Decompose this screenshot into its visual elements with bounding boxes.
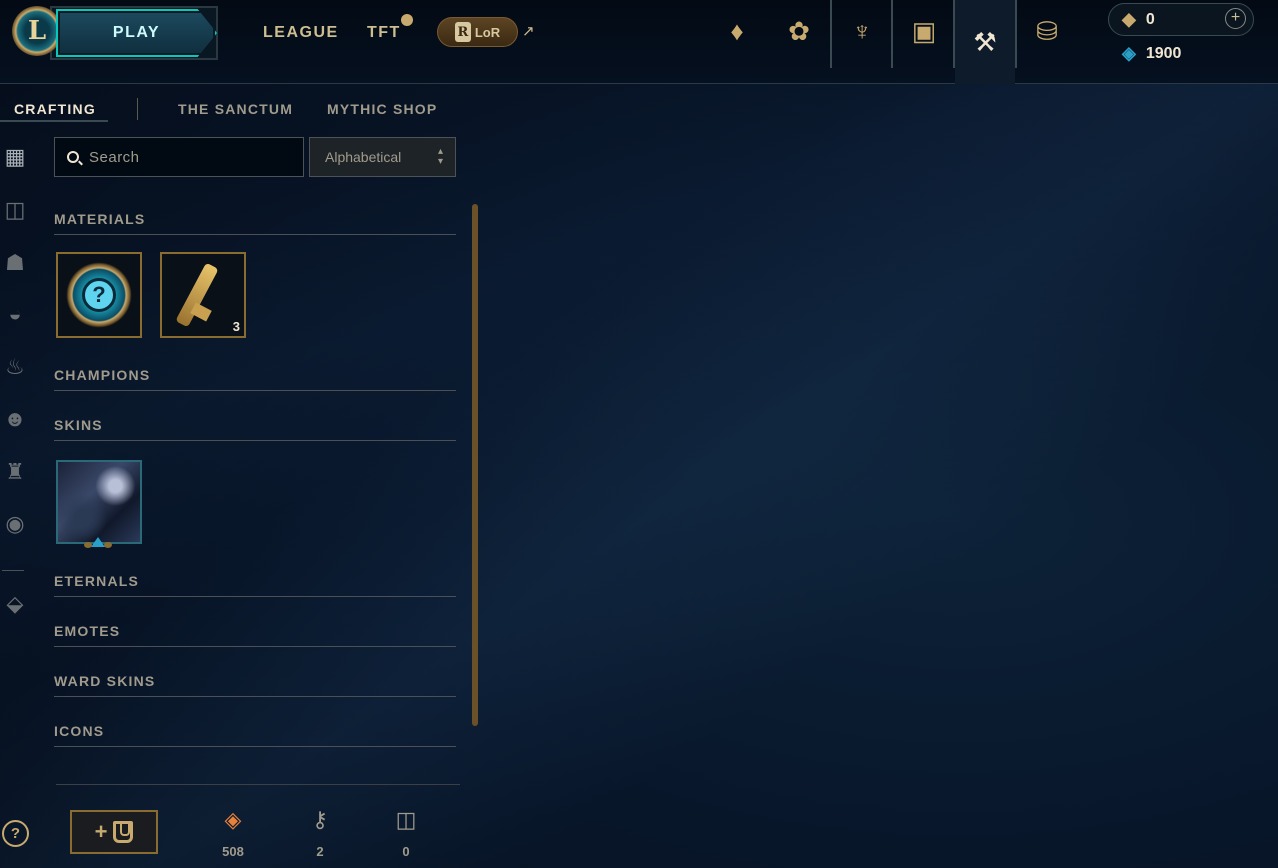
tab-separator xyxy=(891,0,893,68)
external-link-icon: ↗ xyxy=(522,23,535,40)
blue-essence-icon: ◈ xyxy=(1122,43,1136,63)
league-logo-icon[interactable]: L xyxy=(12,6,62,56)
play-button[interactable]: PLAY xyxy=(56,9,217,57)
chest-count-icon: ◫ xyxy=(395,807,417,832)
orange-essence-stat: ◈ 508 xyxy=(213,806,253,859)
rail-emote-icon[interactable]: ☻ xyxy=(2,406,28,432)
bottom-divider xyxy=(56,784,460,785)
mystery-orb-icon: ? xyxy=(66,262,132,328)
loot-hammer-icon[interactable]: ⚒ xyxy=(955,0,1015,84)
store-coins-icon[interactable]: ⛁ xyxy=(1030,14,1064,48)
skin-rarity-icon xyxy=(91,537,105,547)
riot-points: ◆ 0 xyxy=(1122,9,1155,30)
tab-separator xyxy=(830,0,832,68)
key-value: 2 xyxy=(316,844,324,859)
search-input[interactable] xyxy=(89,148,289,166)
add-riot-points-button[interactable]: + xyxy=(1225,8,1246,29)
section-icons[interactable]: ICONS xyxy=(54,723,456,747)
skin-rarity-dot xyxy=(104,542,112,548)
lor-button[interactable]: R LoR xyxy=(437,17,518,47)
section-skins[interactable]: SKINS xyxy=(54,417,456,441)
subtab-separator xyxy=(137,98,138,120)
section-champions[interactable]: CHAMPIONS xyxy=(54,367,456,391)
active-tab-underline xyxy=(0,120,108,122)
rail-profile-icon[interactable]: ◉ xyxy=(2,511,28,537)
tab-mythic-shop[interactable]: MYTHIC SHOP xyxy=(327,101,437,117)
plus-icon: + xyxy=(94,819,108,844)
rail-divider xyxy=(2,570,24,571)
blue-essence-value: 1900 xyxy=(1145,44,1182,62)
blue-essence: ◈ 1900 xyxy=(1122,43,1181,64)
rail-skin-mask-icon[interactable]: ◒ xyxy=(2,301,28,327)
key-teeth xyxy=(190,302,212,322)
tab-the-sanctum[interactable]: THE SANCTUM xyxy=(178,101,293,117)
search-box[interactable] xyxy=(54,137,304,177)
key-fragment-icon xyxy=(175,262,219,328)
tab-crafting[interactable]: CRAFTING xyxy=(14,101,96,117)
chest-stat: ◫ 0 xyxy=(386,806,426,859)
search-icon xyxy=(67,151,79,163)
question-mark-icon: ? xyxy=(82,278,116,312)
rail-champion-icon[interactable]: ☗ xyxy=(2,250,28,276)
section-emotes[interactable]: EMOTES xyxy=(54,623,456,647)
sort-dropdown[interactable]: Alphabetical ▴ ▾ xyxy=(309,137,456,177)
tft-notification-dot xyxy=(401,14,413,26)
section-ward-skins[interactable]: WARD SKINS xyxy=(54,673,456,697)
nav-league[interactable]: LEAGUE xyxy=(263,24,339,42)
lor-logo-icon: R xyxy=(454,22,471,42)
rail-special-icon[interactable]: ⬙ xyxy=(2,591,28,617)
rail-chest-icon[interactable]: ◫ xyxy=(2,197,28,223)
lor-label: LoR xyxy=(474,24,501,40)
scrollbar[interactable] xyxy=(472,204,478,726)
orange-essence-value: 508 xyxy=(222,844,244,859)
riot-points-icon: ◆ xyxy=(1122,9,1136,29)
sort-chevrons-icon: ▴ ▾ xyxy=(437,146,443,167)
lotus-icon[interactable]: ✿ xyxy=(782,14,816,48)
nav-tft[interactable]: TFT xyxy=(367,24,401,42)
rail-ward-icon[interactable]: ♜ xyxy=(2,459,28,485)
key-stat: ⚷ 2 xyxy=(300,806,340,859)
sort-selected-value: Alphabetical xyxy=(325,149,402,165)
section-materials[interactable]: MATERIALS xyxy=(54,211,456,235)
section-eternals[interactable]: ETERNALS xyxy=(54,573,456,597)
mystery-orb-tile[interactable]: ? xyxy=(56,252,142,338)
chest-icon xyxy=(113,821,134,843)
orange-essence-icon: ◈ xyxy=(224,807,242,832)
riot-points-value: 0 xyxy=(1145,10,1155,28)
collection-bag-icon[interactable]: ▣ xyxy=(907,14,941,48)
top-navigation-bar: L PLAY LEAGUE TFT R LoR ↗ ♦ ✿ ♆ ▣ ⚒ ⛁ ◆ … xyxy=(0,0,1278,84)
rail-eternal-flame-icon[interactable]: ♨ xyxy=(2,354,28,380)
key-icon: ⚷ xyxy=(311,807,329,832)
skin-shard-tile[interactable] xyxy=(56,460,142,544)
key-fragment-count: 3 xyxy=(232,319,240,334)
add-chest-button[interactable]: + xyxy=(70,810,158,854)
key-fragment-tile[interactable]: 3 xyxy=(160,252,246,338)
rail-all-icon[interactable]: ▦ xyxy=(2,144,28,170)
crystal-icon[interactable]: ♦ xyxy=(720,14,754,48)
chest-value: 0 xyxy=(402,844,410,859)
help-button[interactable]: ? xyxy=(2,820,29,847)
tab-separator xyxy=(1015,0,1017,68)
trophy-icon[interactable]: ♆ xyxy=(845,14,879,48)
